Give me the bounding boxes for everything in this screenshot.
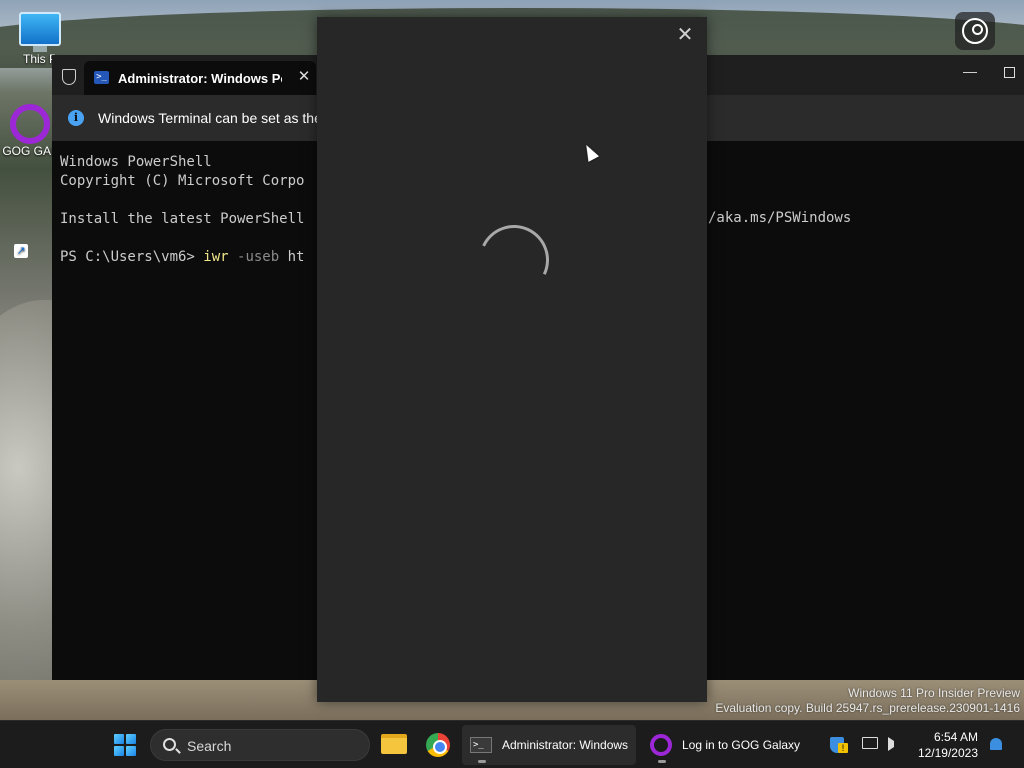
search-icon xyxy=(163,738,176,751)
taskbar-app-label: Administrator: Windows xyxy=(502,738,629,752)
windows-logo-icon xyxy=(126,734,136,744)
taskbar-search[interactable]: Search xyxy=(150,729,370,761)
console-argument: ht xyxy=(279,249,305,265)
start-button[interactable] xyxy=(114,734,136,756)
taskbar-app-label: Log in to GOG Galaxy xyxy=(682,738,801,752)
info-icon: i xyxy=(68,110,84,126)
windows-logo-icon xyxy=(114,734,124,744)
windows-logo-icon xyxy=(114,746,124,756)
gog-galaxy-icon xyxy=(650,734,672,756)
shortcut-arrow-icon: ↗ xyxy=(14,244,28,258)
console-command: iwr xyxy=(203,249,229,265)
taskbar: Search >_ Administrator: Windows Log in … xyxy=(0,720,1024,768)
watermark-line: Evaluation copy. Build 25947.rs_prerelea… xyxy=(715,701,1020,715)
security-warning-icon[interactable] xyxy=(830,737,848,753)
user-avatar-icon xyxy=(962,18,988,44)
monitor-icon xyxy=(19,12,61,46)
volume-icon[interactable] xyxy=(888,737,902,751)
windows-logo-icon xyxy=(126,746,136,756)
console-prompt: PS C:\Users\vm6> xyxy=(60,249,204,265)
windows-watermark: Windows 11 Pro Insider Preview Evaluatio… xyxy=(715,686,1020,716)
watermark-line: Windows 11 Pro Insider Preview xyxy=(848,686,1020,700)
tab-close-button[interactable]: ✕ xyxy=(294,67,314,85)
desktop-icon-gog-galaxy[interactable]: ↗ GOG GAL xyxy=(0,104,60,258)
file-explorer-icon[interactable] xyxy=(381,734,407,754)
console-output[interactable]: Windows PowerShell Copyright (C) Microso… xyxy=(60,153,304,267)
taskbar-app-terminal[interactable]: >_ Administrator: Windows xyxy=(462,725,636,765)
search-label: Search xyxy=(187,738,232,754)
clock-time: 6:54 AM xyxy=(933,730,978,744)
taskbar-clock[interactable]: 6:54 AM 12/19/2023 xyxy=(912,729,978,761)
network-icon[interactable] xyxy=(862,737,878,749)
gog-galaxy-icon xyxy=(10,104,50,144)
login-dialog: ✕ xyxy=(317,17,707,702)
maximize-button[interactable] xyxy=(1004,67,1015,78)
tab-powershell[interactable]: >_ Administrator: Windows Powe ✕ xyxy=(84,61,316,95)
terminal-icon: >_ xyxy=(470,737,492,753)
desktop-icon-label: GOG GAL xyxy=(2,144,58,158)
tab-title: Administrator: Windows Powe xyxy=(118,71,282,86)
console-parameter: -useb xyxy=(228,249,280,265)
console-url-fragment: /aka.ms/PSWindows xyxy=(708,210,852,226)
powershell-icon: >_ xyxy=(94,71,109,84)
minimize-button[interactable]: — xyxy=(958,63,982,79)
console-line: Windows PowerShell xyxy=(60,154,212,170)
loading-spinner-icon xyxy=(469,215,559,305)
console-line: Copyright (C) Microsoft Corpo xyxy=(60,173,305,189)
clock-date: 12/19/2023 xyxy=(917,746,978,760)
admin-shield-icon xyxy=(62,69,76,85)
chrome-icon[interactable] xyxy=(426,733,450,757)
info-message: Windows Terminal can be set as the xyxy=(98,110,322,126)
dialog-close-button[interactable]: ✕ xyxy=(673,23,697,47)
user-account-button[interactable] xyxy=(955,12,995,50)
notification-bell-icon[interactable] xyxy=(990,738,1002,750)
console-line: Install the latest PowerShell xyxy=(60,211,305,227)
taskbar-app-gog[interactable]: Log in to GOG Galaxy xyxy=(642,725,808,765)
